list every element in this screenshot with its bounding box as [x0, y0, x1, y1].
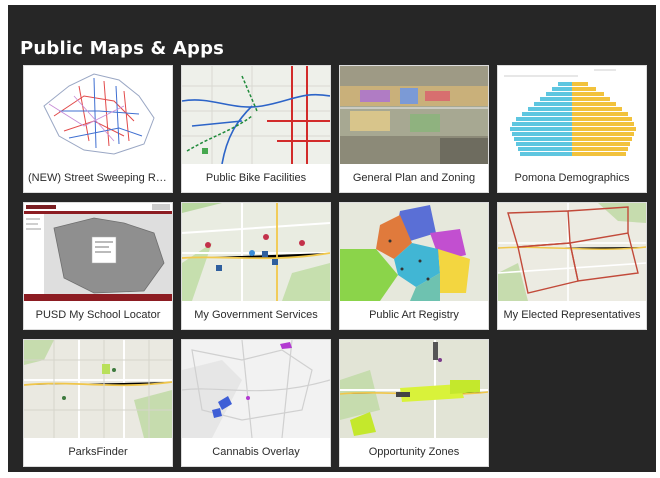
thumbnail-cannabis-overlay-map: [182, 340, 330, 438]
app-gallery-grid: (NEW) Street Sweeping Routes... Public B…: [0, 0, 660, 478]
app-card-general-plan[interactable]: General Plan and Zoning: [339, 65, 489, 193]
app-card-cannabis-overlay[interactable]: Cannabis Overlay: [181, 339, 331, 467]
app-card-label: Public Art Registry: [369, 309, 459, 321]
thumbnail-street-sweeping-map: [24, 66, 172, 164]
thumbnail-school-locator-app: [24, 203, 172, 301]
app-card-parksfinder[interactable]: ParksFinder: [23, 339, 173, 467]
thumbnail-parksfinder-map: [24, 340, 172, 438]
app-card-label: Public Bike Facilities: [205, 172, 307, 184]
app-card-public-art[interactable]: Public Art Registry: [339, 202, 489, 330]
app-card-label: Pomona Demographics: [514, 172, 630, 184]
app-card-label: (NEW) Street Sweeping Routes...: [28, 172, 168, 184]
app-card-government-services[interactable]: My Government Services: [181, 202, 331, 330]
thumbnail-public-art-map: [340, 203, 488, 301]
app-card-street-sweeping[interactable]: (NEW) Street Sweeping Routes...: [23, 65, 173, 193]
thumbnail-opportunity-zones-map: [340, 340, 488, 438]
app-card-label: My Government Services: [194, 309, 318, 321]
thumbnail-government-services-map: [182, 203, 330, 301]
thumbnail-population-pyramid: [498, 66, 646, 164]
app-card-demographics[interactable]: Pomona Demographics: [497, 65, 647, 193]
app-card-label: PUSD My School Locator: [35, 309, 161, 321]
app-card-label: ParksFinder: [68, 446, 128, 458]
app-card-label: Cannabis Overlay: [212, 446, 300, 458]
thumbnail-bike-facilities-map: [182, 66, 330, 164]
app-card-school-locator[interactable]: PUSD My School Locator: [23, 202, 173, 330]
app-card-label: Opportunity Zones: [368, 446, 460, 458]
app-card-label: General Plan and Zoning: [352, 172, 476, 184]
app-card-label: My Elected Representatives: [503, 309, 641, 321]
app-card-elected-representatives[interactable]: My Elected Representatives: [497, 202, 647, 330]
app-card-opportunity-zones[interactable]: Opportunity Zones: [339, 339, 489, 467]
thumbnail-general-plan-map: [340, 66, 488, 164]
thumbnail-elected-representatives-map: [498, 203, 646, 301]
app-card-bike-facilities[interactable]: Public Bike Facilities: [181, 65, 331, 193]
